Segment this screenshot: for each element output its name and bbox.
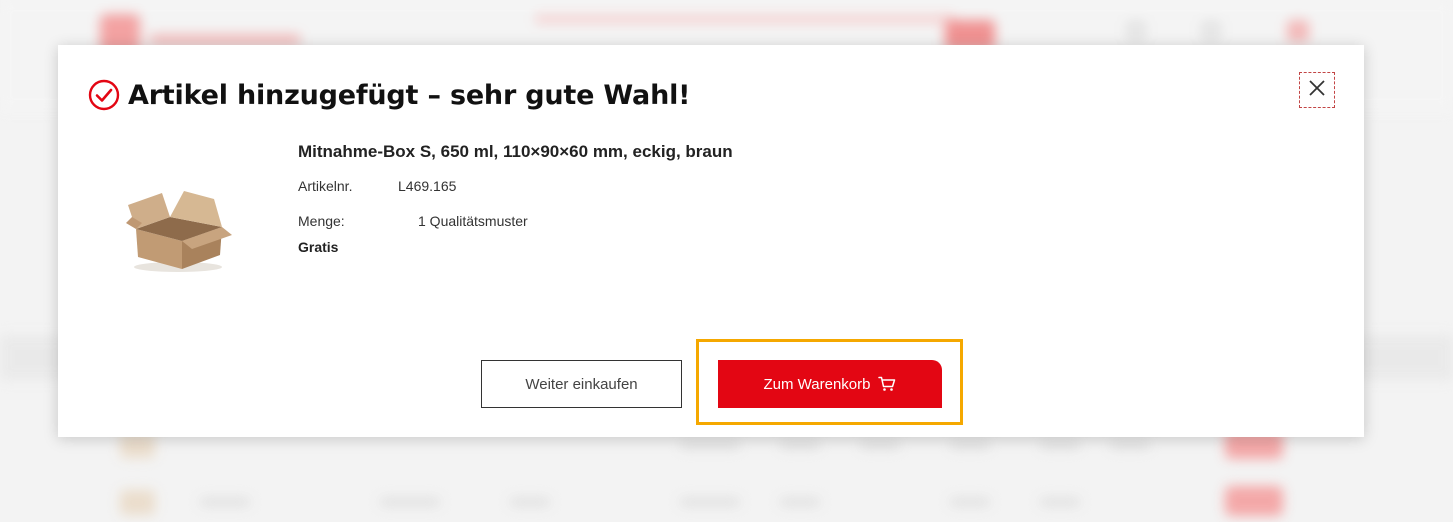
continue-shopping-button[interactable]: Weiter einkaufen [481,360,682,408]
cart-icon [878,376,896,392]
background-icon [1125,20,1147,42]
background-search [535,14,955,24]
dialog-header: Artikel hinzugefügt – sehr gute Wahl! [88,79,690,111]
product-image [122,183,234,275]
quantity-label: Menge: [298,213,345,229]
added-to-cart-dialog: Artikel hinzugefügt – sehr gute Wahl! Mi… [58,45,1364,437]
close-button[interactable] [1299,72,1335,108]
background-icon [1200,20,1222,42]
price-label: Gratis [298,239,339,255]
dialog-title: Artikel hinzugefügt – sehr gute Wahl! [128,79,691,111]
go-to-cart-label: Zum Warenkorb [763,375,871,393]
quantity-value: 1 Qualitätsmuster [418,213,528,229]
go-to-cart-button[interactable]: Zum Warenkorb [718,360,942,408]
background-icon [1287,20,1309,42]
background-row [0,482,1453,522]
article-number-value: L469.165 [398,178,457,194]
article-number-label: Artikelnr. [298,178,353,194]
product-name: Mitnahme-Box S, 650 ml, 110×90×60 mm, ec… [298,142,733,161]
close-icon [1308,79,1326,102]
check-circle-icon [88,79,120,111]
